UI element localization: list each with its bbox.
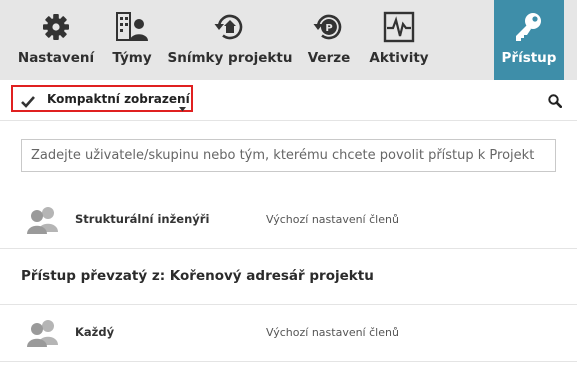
- member-name: Každý: [75, 325, 115, 339]
- compact-view-toggle[interactable]: Kompaktní zobrazení: [11, 85, 193, 112]
- version-icon: P: [312, 10, 346, 44]
- check-icon: [21, 93, 35, 112]
- tab-versions-label: Verze: [307, 50, 351, 66]
- inherited-member-row[interactable]: Každý Výchozí nastavení členů: [0, 305, 577, 362]
- inherited-access-title: Přístup převzatý z: Kořenový adresář pro…: [21, 268, 374, 284]
- tab-settings-label: Nastavení: [17, 50, 95, 66]
- member-permission[interactable]: Výchozí nastavení členů: [266, 213, 399, 226]
- user-search-input[interactable]: [22, 140, 555, 171]
- tab-snapshots-label: Snímky projektu: [167, 50, 293, 66]
- member-name: Strukturální inženýři: [75, 212, 210, 226]
- team-icon: [115, 10, 149, 44]
- tab-versions[interactable]: P Verze: [303, 0, 355, 80]
- view-options-bar: Kompaktní zobrazení: [0, 80, 577, 121]
- svg-text:P: P: [325, 23, 332, 34]
- member-permission: Výchozí nastavení členů: [266, 326, 399, 339]
- gear-icon: [39, 10, 73, 44]
- key-icon: [512, 10, 546, 44]
- tab-settings[interactable]: Nastavení: [10, 0, 102, 80]
- tab-access-label: Přístup: [501, 50, 557, 66]
- tab-activity[interactable]: Aktivity: [365, 0, 433, 80]
- tab-teams-label: Týmy: [112, 50, 152, 66]
- snapshot-icon: [213, 10, 247, 44]
- toolbar: Nastavení Týmy Snímky projektu P Verze A…: [0, 0, 577, 80]
- group-icon: [26, 319, 60, 351]
- chevron-down-icon: [179, 97, 186, 116]
- member-row[interactable]: Strukturální inženýři Výchozí nastavení …: [0, 192, 577, 249]
- activity-icon: [382, 10, 416, 44]
- compact-view-label: Kompaktní zobrazení: [47, 92, 190, 106]
- tab-teams[interactable]: Týmy: [107, 0, 157, 80]
- tab-access[interactable]: Přístup: [494, 0, 564, 80]
- search-icon[interactable]: [548, 93, 563, 112]
- user-search-field: [21, 139, 556, 172]
- group-icon: [26, 206, 60, 238]
- tab-snapshots[interactable]: Snímky projektu: [167, 0, 293, 80]
- tab-activity-label: Aktivity: [369, 50, 429, 66]
